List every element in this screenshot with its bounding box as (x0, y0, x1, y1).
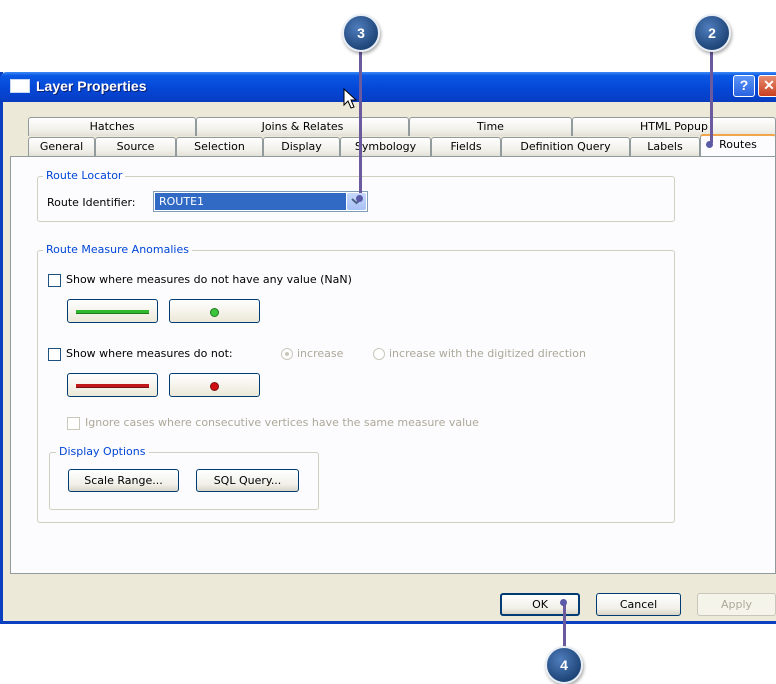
route-identifier-value[interactable]: ROUTE1 (155, 193, 346, 210)
tab-general[interactable]: General (28, 137, 95, 156)
increase-radio-label: increase (297, 347, 344, 360)
tab-joins-relates[interactable]: Joins & Relates (196, 117, 409, 136)
callout-3-leader-line (359, 45, 362, 193)
tab-symbology[interactable]: Symbology (340, 137, 431, 156)
increase-radio[interactable] (281, 348, 293, 360)
increase-digitized-radio-label: increase with the digitized direction (389, 347, 586, 360)
not-point-symbol-button[interactable] (169, 373, 260, 397)
mouse-cursor-icon (343, 88, 358, 109)
tab-labels[interactable]: Labels (630, 137, 700, 156)
tab-fields[interactable]: Fields (431, 137, 501, 156)
route-measure-anomalies-label: Route Measure Anomalies (43, 243, 192, 256)
nan-point-symbol-button[interactable] (169, 299, 260, 323)
not-line-symbol-button[interactable] (67, 373, 158, 397)
callout-2-leader-line (710, 45, 713, 143)
red-point-icon (210, 382, 219, 391)
help-button[interactable]: ? (733, 75, 755, 97)
nan-line-symbol-button[interactable] (67, 299, 158, 323)
route-identifier-label: Route Identifier: (47, 196, 136, 209)
display-options-label: Display Options (56, 445, 149, 458)
red-line-icon (76, 384, 149, 388)
cancel-button[interactable]: Cancel (596, 593, 681, 616)
green-line-icon (76, 310, 149, 314)
not-increase-checkbox[interactable] (48, 348, 61, 361)
tab-source[interactable]: Source (95, 137, 176, 156)
callout-2: 2 (693, 14, 731, 52)
green-point-icon (210, 308, 219, 317)
ignore-vertices-checkbox[interactable] (67, 417, 80, 430)
callout-3: 3 (342, 14, 380, 52)
tab-display[interactable]: Display (263, 137, 340, 156)
tab-selection[interactable]: Selection (176, 137, 263, 156)
tab-definition-query[interactable]: Definition Query (501, 137, 630, 156)
route-locator-label: Route Locator (43, 169, 126, 182)
ignore-vertices-label: Ignore cases where consecutive vertices … (85, 416, 479, 429)
window-icon (10, 79, 30, 93)
nan-checkbox[interactable] (48, 274, 61, 287)
apply-button[interactable]: Apply (697, 593, 776, 616)
callout-2-pointer-dot (706, 141, 713, 148)
ok-button[interactable]: OK (500, 593, 580, 616)
sql-query-button[interactable]: SQL Query... (196, 469, 299, 492)
tab-hatches[interactable]: Hatches (28, 117, 196, 136)
scale-range-button[interactable]: Scale Range... (68, 469, 179, 492)
nan-checkbox-label: Show where measures do not have any valu… (66, 273, 352, 286)
radio-dot-icon (285, 352, 289, 356)
window-title: Layer Properties (36, 78, 147, 94)
not-increase-checkbox-label: Show where measures do not: (66, 347, 233, 360)
callout-3-pointer-dot (356, 195, 363, 202)
callout-4: 4 (545, 646, 583, 684)
close-button[interactable]: ✕ (758, 75, 776, 97)
callout-4-pointer-dot (560, 599, 567, 606)
tab-time[interactable]: Time (409, 117, 572, 136)
increase-digitized-radio[interactable] (373, 348, 385, 360)
